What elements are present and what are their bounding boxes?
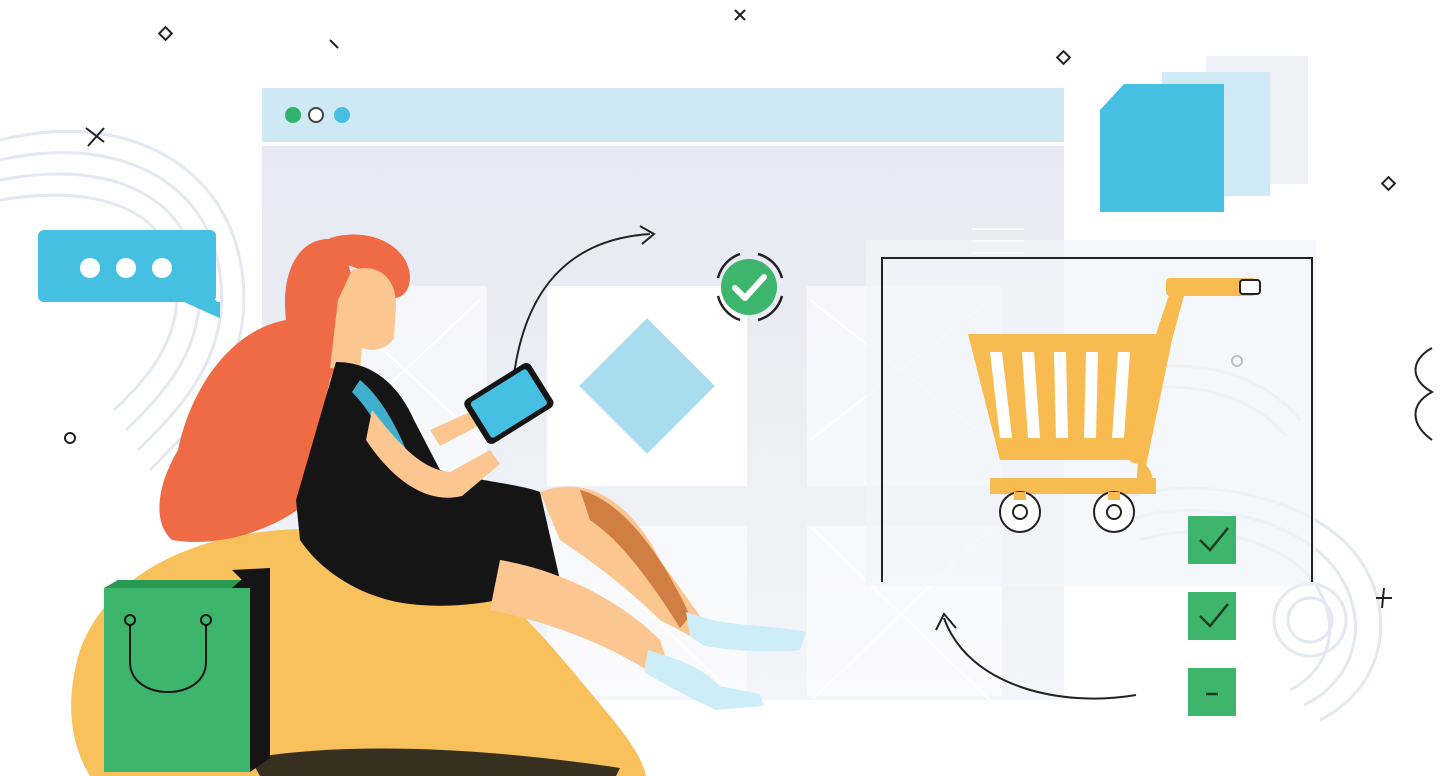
sock [644,650,764,710]
sock [686,612,806,652]
shopping-bag-icon [104,568,270,772]
tablet-device [464,363,554,444]
